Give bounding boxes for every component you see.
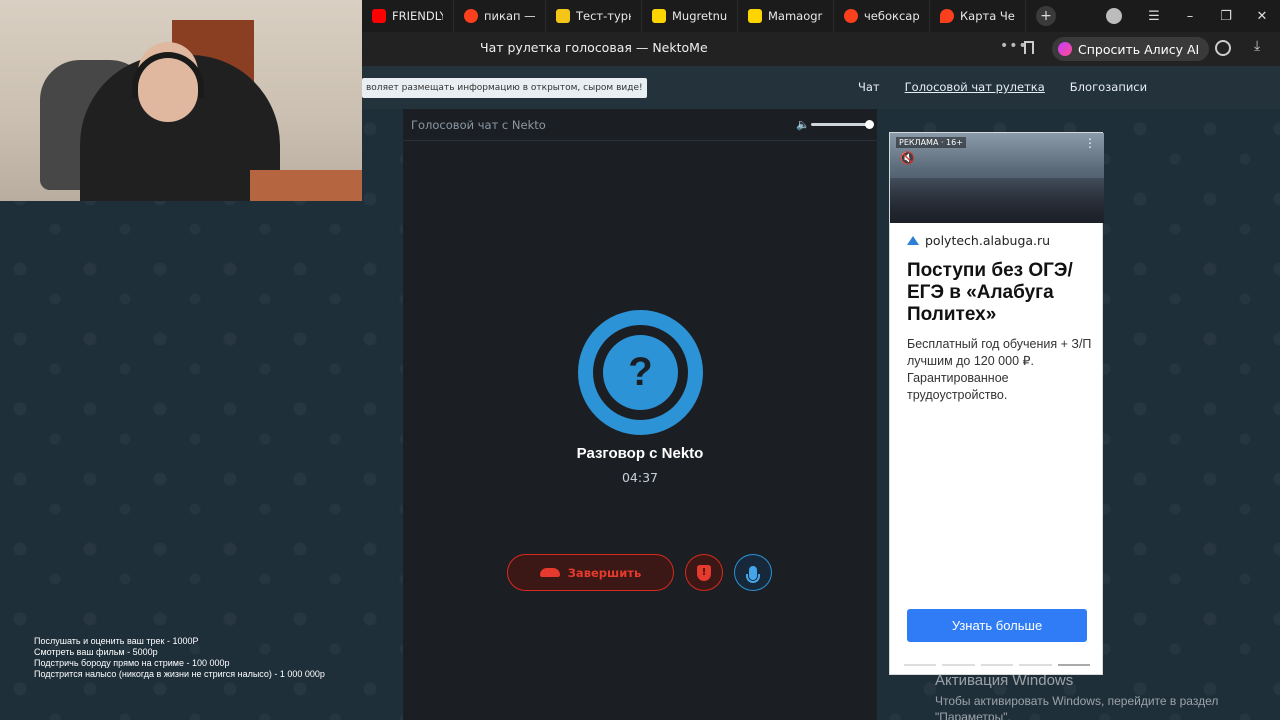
youtube-icon bbox=[372, 9, 386, 23]
conversation-name: Разговор с Nekto bbox=[576, 445, 704, 462]
new-tab-button[interactable]: + bbox=[1036, 6, 1056, 26]
download-icon[interactable]: ⤓ bbox=[1254, 38, 1260, 54]
ad-pager-dot[interactable] bbox=[1019, 664, 1052, 666]
ad-pager-dot[interactable] bbox=[942, 664, 975, 666]
play-icon[interactable] bbox=[1215, 40, 1231, 56]
minimize-icon[interactable]: – bbox=[1172, 9, 1208, 24]
streamer-webcam bbox=[0, 0, 362, 201]
stream-price-list: Послушать и оценить ваш трек - 1000Р Смо… bbox=[34, 636, 325, 680]
tab-mugretnug[interactable]: Mugretnug bbox=[642, 0, 738, 32]
tab-friendly[interactable]: FRIENDLY T bbox=[362, 0, 454, 32]
microphone-button[interactable] bbox=[734, 554, 772, 591]
tab-test-tourney[interactable]: Тест-турни bbox=[546, 0, 642, 32]
nav-chat[interactable]: Чат bbox=[858, 80, 880, 94]
ad-menu-icon[interactable]: ⋮ bbox=[1084, 136, 1096, 150]
map-pin-icon bbox=[940, 9, 954, 23]
watermark-subtitle: Чтобы активировать Windows, перейдите в … bbox=[935, 694, 1219, 708]
tab-pikap[interactable]: пикап — Ян bbox=[454, 0, 546, 32]
page-title[interactable]: Чат рулетка голосовая — NektoMe bbox=[480, 40, 708, 55]
nav-blog[interactable]: Блогозаписи bbox=[1070, 80, 1147, 94]
end-call-label: Завершить bbox=[567, 565, 642, 580]
ask-alice-label: Спросить Алису AI bbox=[1078, 41, 1200, 57]
star-icon bbox=[556, 9, 570, 23]
price-line: Подстричь бороду прямо на стриме - 100 0… bbox=[34, 658, 230, 668]
price-line: Послушать и оценить ваш трек - 1000Р bbox=[34, 636, 199, 646]
tab-label: FRIENDLY T bbox=[392, 9, 443, 23]
interlocutor-avatar: ? bbox=[578, 310, 703, 435]
ad-pager-dot[interactable] bbox=[980, 664, 1014, 666]
yandex-icon bbox=[844, 9, 858, 23]
price-line: Смотреть ваш фильм - 5000р bbox=[34, 647, 158, 657]
channel-icon bbox=[652, 9, 666, 23]
menu-icon[interactable]: ☰ bbox=[1136, 9, 1172, 24]
webcam-desk bbox=[250, 170, 362, 201]
ad-pager bbox=[904, 664, 1091, 666]
tab-label: пикап — Ян bbox=[484, 9, 535, 23]
tab-map[interactable]: Карта Чебо bbox=[930, 0, 1026, 32]
watermark-subtitle-2: "Параметры". bbox=[935, 710, 1011, 720]
windows-activation-watermark: Активация Windows Чтобы активировать Win… bbox=[935, 672, 1218, 720]
ad-banner[interactable]: РЕКЛАМА · 16+ ⋮ 🔇 polytech.alabuga.ru По… bbox=[889, 132, 1104, 675]
end-call-button[interactable]: Завершить bbox=[507, 554, 674, 591]
tab-label: Карта Чебо bbox=[960, 9, 1015, 23]
ad-pager-dot-active[interactable] bbox=[1057, 664, 1091, 666]
tab-cheboksary[interactable]: чебоксары bbox=[834, 0, 930, 32]
ad-domain[interactable]: polytech.alabuga.ru bbox=[907, 233, 1050, 248]
tab-label: Mamaogra bbox=[768, 9, 823, 23]
volume-slider-handle[interactable] bbox=[865, 120, 874, 129]
voice-chat-panel: Голосовой чат с Nekto 🔈 ? Разговор с Nek… bbox=[403, 109, 877, 720]
ask-alice-button[interactable]: Спросить Алису AI bbox=[1052, 37, 1210, 61]
price-line: Подстрится налысо (никогда в жизни не ст… bbox=[34, 669, 325, 679]
call-timer: 04:37 bbox=[621, 470, 659, 485]
tab-label: Mugretnug bbox=[672, 9, 727, 23]
maximize-icon[interactable]: ❐ bbox=[1208, 9, 1244, 24]
domain-logo-icon bbox=[907, 236, 919, 245]
ad-label: РЕКЛАМА · 16+ bbox=[896, 137, 966, 148]
volume-icon[interactable]: 🔈 bbox=[796, 118, 810, 131]
tab-label: Тест-турни bbox=[576, 9, 631, 23]
report-button[interactable]: ! bbox=[685, 554, 723, 591]
ad-video-scene bbox=[890, 178, 1104, 223]
yandex-icon bbox=[464, 9, 478, 23]
ad-learn-more-button[interactable]: Узнать больше bbox=[907, 609, 1087, 642]
close-icon[interactable]: ✕ bbox=[1244, 9, 1280, 24]
tab-strip: FRIENDLY T пикап — Ян Тест-турни Mugretn… bbox=[362, 0, 1056, 32]
watermark-title: Активация Windows bbox=[935, 672, 1074, 689]
site-notice: воляет размещать информацию в открытом, … bbox=[362, 78, 647, 98]
volume-slider[interactable] bbox=[811, 123, 869, 126]
site-nav: Чат Голосовой чат рулетка Блогозаписи bbox=[858, 80, 1147, 94]
bookmark-icon[interactable] bbox=[1024, 41, 1034, 54]
channel-icon bbox=[748, 9, 762, 23]
phone-hangup-icon bbox=[539, 568, 560, 577]
avatar-ring: ? bbox=[593, 325, 688, 420]
tab-mamaogra[interactable]: Mamaogra bbox=[738, 0, 834, 32]
question-mark-icon: ? bbox=[603, 335, 678, 410]
ad-headline[interactable]: Поступи без ОГЭ/ЕГЭ в «Алабуга Политех» bbox=[907, 260, 1095, 326]
tab-label: чебоксары bbox=[864, 9, 919, 23]
nav-voice-chat[interactable]: Голосовой чат рулетка bbox=[905, 80, 1045, 94]
shield-alert-icon: ! bbox=[697, 564, 711, 581]
panel-header: Голосовой чат с Nekto 🔈 bbox=[403, 109, 877, 141]
window-controls: ☰ – ❐ ✕ bbox=[1106, 0, 1280, 32]
address-bar: Чат рулетка голосовая — NektoMe ••• Спро… bbox=[362, 32, 1280, 66]
alice-icon bbox=[1058, 42, 1072, 56]
ad-domain-text: polytech.alabuga.ru bbox=[925, 233, 1051, 248]
ad-pager-dot[interactable] bbox=[904, 664, 937, 666]
ad-video[interactable]: РЕКЛАМА · 16+ ⋮ 🔇 bbox=[890, 133, 1104, 223]
site-header: воляет размещать информацию в открытом, … bbox=[362, 66, 1280, 109]
muted-speaker-icon[interactable]: 🔇 bbox=[900, 151, 918, 165]
panel-title: Голосовой чат с Nekto bbox=[411, 118, 546, 132]
ad-body: Бесплатный год обучения + З/П лучшим до … bbox=[907, 337, 1092, 402]
microphone-icon bbox=[746, 565, 760, 583]
profile-avatar-icon[interactable] bbox=[1106, 8, 1122, 24]
